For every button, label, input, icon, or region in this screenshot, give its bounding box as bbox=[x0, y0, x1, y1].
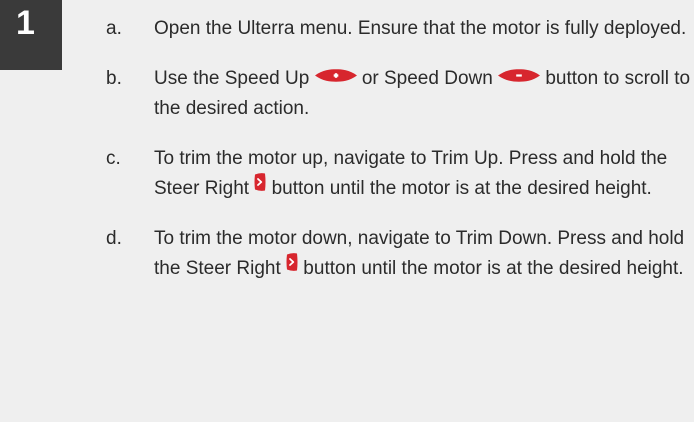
step-b-text-1: Use the Speed Up bbox=[154, 68, 315, 90]
step-d: d. To trim the motor down, navigate to T… bbox=[106, 224, 692, 284]
steer-right-button-icon bbox=[254, 172, 266, 202]
step-number: 1 bbox=[16, 4, 35, 42]
step-c-letter: c. bbox=[106, 148, 121, 170]
step-b-text-2: or Speed Down bbox=[356, 68, 499, 90]
speed-up-button-icon bbox=[314, 62, 357, 92]
step-c-text-2: button until the motor is at the desired… bbox=[266, 178, 652, 200]
step-d-letter: d. bbox=[106, 228, 122, 250]
speed-down-button-icon bbox=[498, 62, 541, 92]
step-b: b. Use the Speed Up or Speed Down button… bbox=[106, 64, 692, 124]
instruction-page: 1 a. Open the Ulterra menu. Ensure that … bbox=[0, 0, 694, 422]
step-d-text-2: button until the motor is at the desired… bbox=[298, 258, 684, 280]
step-c: c. To trim the motor up, navigate to Tri… bbox=[106, 144, 692, 204]
steer-right-button-icon bbox=[286, 252, 298, 282]
step-a: a. Open the Ulterra menu. Ensure that th… bbox=[106, 14, 692, 44]
step-a-letter: a. bbox=[106, 18, 122, 39]
step-b-letter: b. bbox=[106, 68, 122, 89]
step-list: a. Open the Ulterra menu. Ensure that th… bbox=[106, 14, 692, 284]
step-a-text: Open the Ulterra menu. Ensure that the m… bbox=[154, 18, 687, 39]
step-number-badge: 1 bbox=[0, 0, 62, 70]
